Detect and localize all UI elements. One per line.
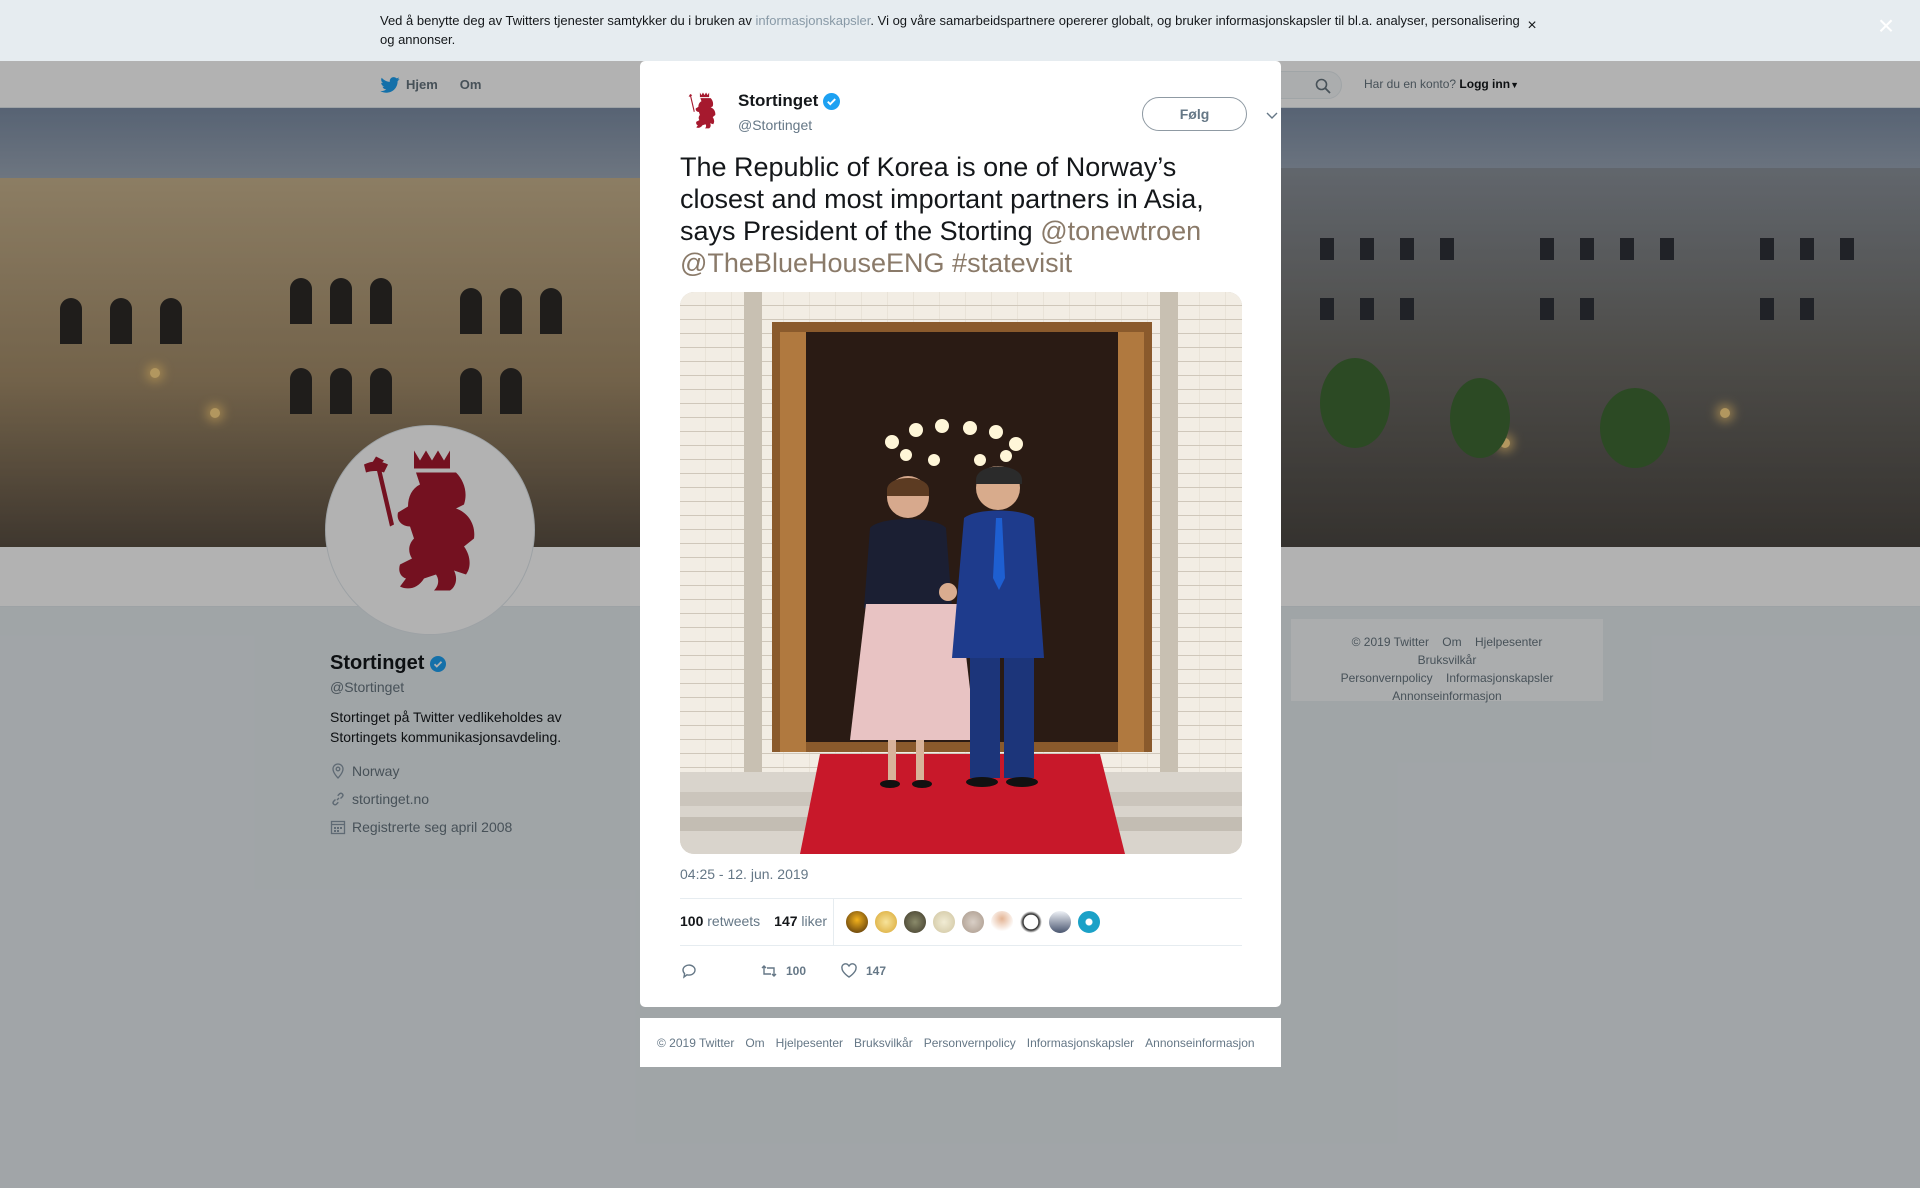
tweet-text: The Republic of Korea is one of Norway’s…	[680, 151, 1245, 279]
cookie-text-before: Ved å benytte deg av Twitters tjenester …	[380, 13, 756, 28]
footer-link[interactable]: Annonseinformasjon	[1145, 1036, 1254, 1050]
liker-avatar[interactable]	[961, 910, 985, 934]
like-count: 147	[774, 913, 798, 929]
footer-link[interactable]: Om	[745, 1036, 764, 1050]
liker-avatar[interactable]	[1048, 910, 1072, 934]
tweet-author-name[interactable]: Stortinget	[738, 91, 841, 111]
tweet-author-name-text: Stortinget	[738, 91, 819, 110]
liker-avatar[interactable]	[845, 910, 869, 934]
footer-link[interactable]: Informasjonskapsler	[1027, 1036, 1134, 1050]
retweet-count: 100	[680, 913, 704, 929]
verified-icon	[823, 92, 841, 110]
cookie-link[interactable]: informasjonskapsler	[756, 13, 871, 28]
tweet-photo-image	[680, 292, 1242, 854]
tweet-actions: 100 147	[680, 956, 886, 986]
like-label: liker	[801, 913, 828, 929]
tweet-stats: 100 retweets 147 liker	[680, 898, 1242, 946]
like-button[interactable]: 147	[840, 962, 886, 980]
liker-avatar[interactable]	[903, 910, 927, 934]
tweet-photo[interactable]	[680, 292, 1242, 854]
like-stat[interactable]: 147 liker	[774, 913, 827, 929]
reply-button[interactable]	[680, 962, 760, 980]
liker-avatar[interactable]	[990, 910, 1014, 934]
tweet-author-handle[interactable]: @Stortinget	[738, 117, 812, 133]
retweet-icon	[761, 965, 777, 977]
tweet-modal: Stortinget @Stortinget Følg The Republic…	[640, 61, 1281, 1007]
like-action-count: 147	[866, 964, 887, 978]
retweet-button[interactable]: 100	[760, 962, 840, 980]
retweet-label: retweets	[707, 913, 761, 929]
liker-avatars	[845, 910, 1101, 934]
retweet-stat[interactable]: 100 retweets	[680, 913, 760, 929]
tweet-header: Stortinget @Stortinget Følg	[680, 89, 1278, 145]
hashtag-link[interactable]: #statevisit	[952, 248, 1072, 278]
tweet-counts: 100 retweets 147 liker	[680, 913, 827, 929]
tweet-avatar[interactable]	[680, 89, 728, 137]
tweet-timestamp[interactable]: 04:25 - 12. jun. 2019	[680, 866, 808, 882]
footer-link[interactable]: Hjelpesenter	[776, 1036, 843, 1050]
reply-icon	[682, 964, 696, 979]
chevron-down-icon[interactable]	[1266, 109, 1278, 121]
stats-divider	[833, 899, 834, 945]
cookie-close-button[interactable]: ×	[1525, 18, 1539, 34]
mention-link[interactable]: @tonewtroen	[1040, 216, 1201, 246]
liker-avatar[interactable]	[1077, 910, 1101, 934]
footer-link[interactable]: © 2019 Twitter	[657, 1036, 734, 1050]
footer-link[interactable]: Bruksvilkår	[854, 1036, 913, 1050]
cookie-banner: Ved å benytte deg av Twitters tjenester …	[0, 0, 1920, 61]
liker-avatar[interactable]	[874, 910, 898, 934]
retweet-action-count: 100	[786, 964, 807, 978]
footer-link[interactable]: Personvernpolicy	[924, 1036, 1016, 1050]
follow-button[interactable]: Følg	[1142, 97, 1247, 131]
like-icon	[841, 963, 857, 978]
close-icon[interactable]: ×	[1872, 12, 1900, 40]
modal-footer: © 2019 Twitter Om Hjelpesenter Bruksvilk…	[640, 1018, 1281, 1067]
cookie-text: Ved å benytte deg av Twitters tjenester …	[380, 11, 1520, 49]
lion-logo-icon	[688, 92, 716, 129]
liker-avatar[interactable]	[932, 910, 956, 934]
liker-avatar[interactable]	[1019, 910, 1043, 934]
mention-link[interactable]: @TheBlueHouseENG	[680, 248, 945, 278]
